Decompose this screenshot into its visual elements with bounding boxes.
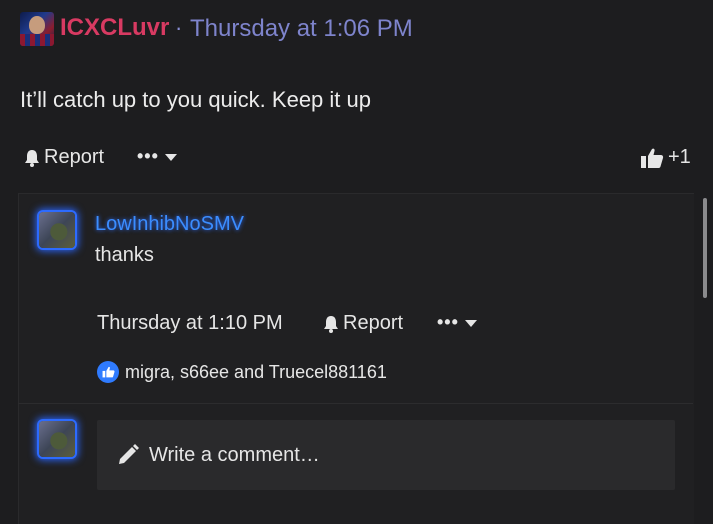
reply-author-avatar[interactable] xyxy=(39,212,75,248)
reply-report-button[interactable]: Report xyxy=(323,312,403,335)
thumbs-up-icon xyxy=(641,148,664,168)
comment-input[interactable]: Write a comment… xyxy=(97,420,675,490)
post-author-name[interactable]: ICXCLuvr xyxy=(60,14,169,42)
meta-separator: · xyxy=(175,15,183,40)
current-user-avatar xyxy=(39,421,75,457)
reply-author-name[interactable]: LowInhibNoSMV xyxy=(95,213,244,236)
chevron-down-icon xyxy=(464,320,477,327)
scrollbar[interactable] xyxy=(703,198,707,298)
bell-icon xyxy=(25,149,39,167)
post-more-menu[interactable]: ••• xyxy=(137,146,177,167)
post-report-button[interactable]: Report xyxy=(24,146,104,169)
reaction-summary[interactable]: migra, s66ee and Truecel881161 xyxy=(97,361,387,383)
reply-timestamp[interactable]: Thursday at 1:10 PM xyxy=(97,312,283,335)
reaction-users: migra, s66ee and Truecel881161 xyxy=(125,361,387,382)
like-badge xyxy=(97,361,119,383)
pencil-icon xyxy=(119,444,139,464)
like-count: +1 xyxy=(668,146,691,168)
report-label: Report xyxy=(44,146,105,168)
post-author-avatar[interactable] xyxy=(20,12,54,46)
post-body-text: It’ll catch up to you quick. Keep it up xyxy=(20,87,371,112)
post-like-button[interactable]: +1 xyxy=(640,146,691,169)
thumbs-up-icon xyxy=(102,366,115,378)
post-timestamp[interactable]: Thursday at 1:06 PM xyxy=(190,15,413,43)
bell-icon xyxy=(324,315,338,333)
reply-more-menu[interactable]: ••• xyxy=(437,312,477,333)
more-dots-icon: ••• xyxy=(137,146,159,166)
more-dots-icon: ••• xyxy=(437,312,459,332)
reply-text: thanks xyxy=(95,244,154,266)
report-label: Report xyxy=(343,312,404,334)
chevron-down-icon xyxy=(164,154,177,161)
divider xyxy=(18,403,693,404)
comment-placeholder: Write a comment… xyxy=(149,443,320,466)
